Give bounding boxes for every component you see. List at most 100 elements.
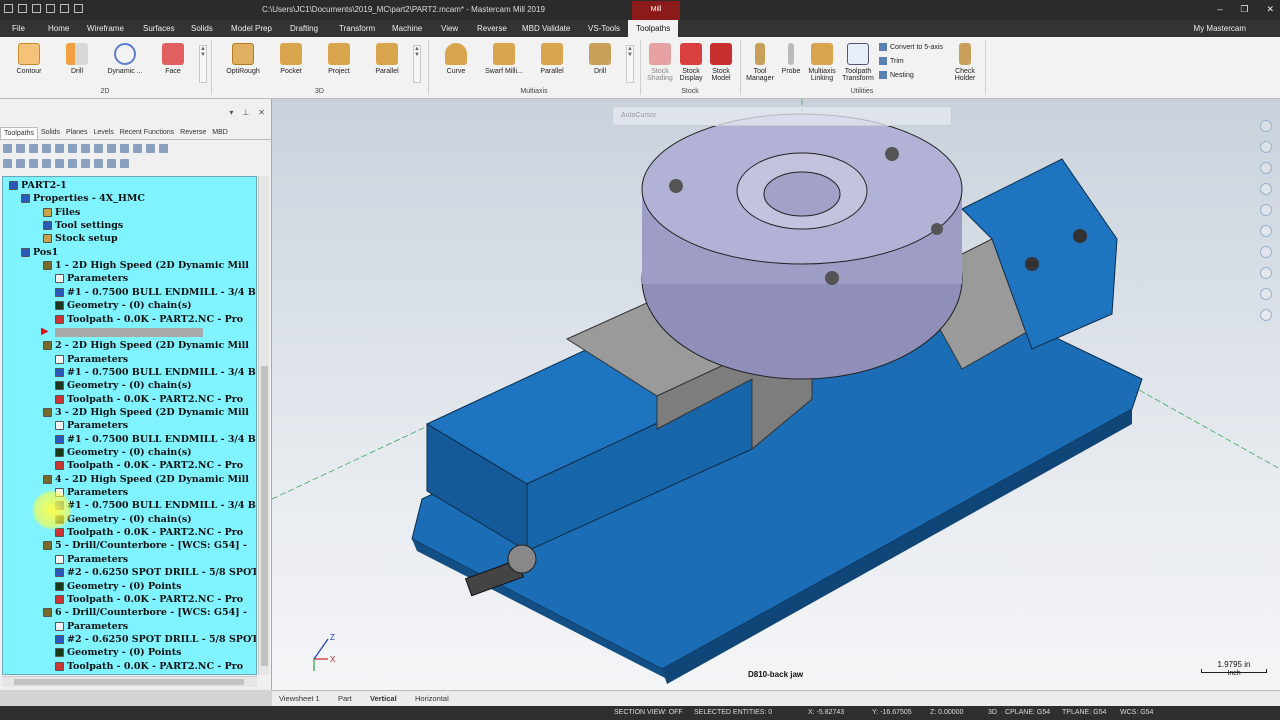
help-icon[interactable] bbox=[159, 143, 168, 153]
measure-icon[interactable] bbox=[1260, 288, 1272, 300]
project-button[interactable]: Project bbox=[317, 43, 361, 75]
drill-multiaxis-button[interactable]: Drill bbox=[578, 43, 622, 75]
tab-solids-panel[interactable]: Solids bbox=[38, 127, 63, 139]
print-icon[interactable] bbox=[46, 4, 55, 13]
check-holder-button[interactable]: Check Holder bbox=[946, 43, 984, 82]
tree-horizontal-scrollbar[interactable] bbox=[2, 676, 257, 687]
tool-manager-button[interactable]: Tool Manager bbox=[741, 43, 779, 82]
section-view-status[interactable]: SECTION VIEW: OFF bbox=[614, 709, 683, 716]
lock-icon[interactable] bbox=[133, 143, 142, 153]
tree-vertical-scrollbar[interactable] bbox=[258, 176, 269, 675]
post-icon[interactable] bbox=[94, 143, 103, 153]
gallery-scroll-multiaxis[interactable]: ▲ ▼ bbox=[626, 45, 634, 83]
tree-operation[interactable]: 3 - 2D High Speed (2D Dynamic Mill bbox=[43, 406, 249, 419]
pin-icon[interactable]: ⊥ bbox=[242, 108, 249, 117]
mode-3d-toggle[interactable]: 3D bbox=[988, 709, 997, 716]
viewsheet-tab-vertical[interactable]: Vertical bbox=[370, 694, 397, 703]
gallery-scroll-3d[interactable]: ▲ ▼ bbox=[413, 45, 421, 83]
scroll-thumb[interactable] bbox=[261, 366, 268, 666]
tree-operation[interactable]: 1 - 2D High Speed (2D Dynamic Mill bbox=[43, 259, 249, 272]
tree-item[interactable]: Parameters bbox=[55, 419, 128, 432]
tab-toolpaths-panel[interactable]: Toolpaths bbox=[0, 127, 38, 139]
save-icon[interactable] bbox=[4, 4, 13, 13]
tab-reverse[interactable]: Reverse bbox=[477, 24, 507, 33]
tab-vs-tools[interactable]: VS-Tools bbox=[588, 24, 620, 33]
filter-icon[interactable] bbox=[120, 158, 129, 168]
tree-operation[interactable]: 2 - 2D High Speed (2D Dynamic Mill bbox=[43, 339, 249, 352]
drill-2d-button[interactable]: Drill bbox=[55, 43, 99, 75]
select-all-icon[interactable] bbox=[3, 143, 12, 153]
tab-planes[interactable]: Planes bbox=[63, 127, 90, 139]
wcs-status[interactable]: WCS: G54 bbox=[1120, 709, 1153, 716]
tab-view[interactable]: View bbox=[441, 24, 458, 33]
tree-item[interactable]: #2 - 0.6250 SPOT DRILL - 5/8 SPOT bbox=[55, 566, 256, 579]
simulate-icon[interactable] bbox=[81, 143, 90, 153]
analyze-icon[interactable] bbox=[1260, 246, 1272, 258]
tab-mbd[interactable]: MBD bbox=[209, 127, 231, 139]
regenerate-dirty-icon[interactable] bbox=[42, 143, 51, 153]
tree-item[interactable]: Files bbox=[43, 206, 80, 219]
tree-item[interactable]: Toolpath - 0.0K - PART2.NC - Pro bbox=[55, 313, 243, 326]
tree-item[interactable]: Geometry - (0) Points bbox=[55, 580, 181, 593]
shading-icon[interactable] bbox=[1260, 204, 1272, 216]
tree-item[interactable]: Stock setup bbox=[43, 232, 118, 245]
tree-operation[interactable]: 5 - Drill/Counterbore - [WCS: G54] - bbox=[43, 539, 247, 552]
close-button[interactable]: ✕ bbox=[1266, 4, 1274, 15]
tree-item[interactable]: #1 - 0.7500 BULL ENDMILL - 3/4 BU bbox=[55, 286, 256, 299]
insert-arrow-up-icon[interactable] bbox=[68, 158, 77, 168]
select-failed-icon[interactable] bbox=[16, 143, 25, 153]
backplot-icon[interactable] bbox=[55, 143, 64, 153]
fit-icon[interactable] bbox=[1260, 183, 1272, 195]
tree-item[interactable]: Pos1 bbox=[21, 246, 58, 259]
tree-item[interactable]: Toolpath - 0.0K - PART2.NC - Pro bbox=[55, 459, 243, 472]
rotate-icon[interactable] bbox=[1260, 162, 1272, 174]
tab-levels[interactable]: Levels bbox=[90, 127, 116, 139]
regenerate-selected-icon[interactable] bbox=[29, 143, 38, 153]
tab-surfaces[interactable]: Surfaces bbox=[143, 24, 175, 33]
scroll-to-insert-icon[interactable] bbox=[81, 158, 90, 168]
display-options-icon[interactable] bbox=[107, 158, 116, 168]
minimize-button[interactable]: – bbox=[1217, 4, 1222, 15]
viewsheet-tab-horizontal[interactable]: Horizontal bbox=[415, 694, 449, 703]
tree-item[interactable]: Parameters bbox=[55, 620, 128, 633]
tab-mbd-validate[interactable]: MBD Validate bbox=[522, 24, 570, 33]
view-toolbar[interactable]: AutoCursor bbox=[612, 106, 952, 126]
tab-reverse-panel[interactable]: Reverse bbox=[177, 127, 209, 139]
tab-model-prep[interactable]: Model Prep bbox=[231, 24, 272, 33]
tree-item[interactable]: Geometry - (0) chain(s) bbox=[55, 513, 192, 526]
insert-arrow-down-icon[interactable] bbox=[55, 158, 64, 168]
graphics-viewport[interactable]: Z X bbox=[271, 99, 1280, 690]
move-up-icon[interactable] bbox=[42, 158, 51, 168]
highfeed-icon[interactable] bbox=[107, 143, 116, 153]
tree-item[interactable]: Parameters bbox=[55, 553, 128, 566]
tab-machine[interactable]: Machine bbox=[392, 24, 422, 33]
swarf-button[interactable]: Swarf Milli... bbox=[482, 43, 526, 75]
tree-item[interactable]: Toolpath - 0.0K - PART2.NC - Pro bbox=[55, 393, 243, 406]
tree-item[interactable]: Properties - 4X_HMC bbox=[21, 192, 145, 205]
cplane-status[interactable]: CPLANE: G54 bbox=[1005, 709, 1050, 716]
tree-item[interactable]: Parameters bbox=[55, 272, 128, 285]
wireframe-icon[interactable] bbox=[1260, 225, 1272, 237]
tree-item[interactable]: Parameters bbox=[55, 353, 128, 366]
tree-item[interactable]: PART2-1 bbox=[9, 179, 67, 192]
tab-drafting[interactable]: Drafting bbox=[290, 24, 318, 33]
tree-item[interactable]: Toolpath - 0.0K - PART2.NC - Pro bbox=[55, 526, 243, 539]
maximize-button[interactable]: ❐ bbox=[1240, 4, 1248, 15]
dynamic-button[interactable]: Dynamic ... bbox=[103, 43, 147, 75]
tplane-status[interactable]: TPLANE: G54 bbox=[1062, 709, 1106, 716]
tab-toolpaths[interactable]: Toolpaths bbox=[628, 20, 679, 37]
parallel-multiaxis-button[interactable]: Parallel bbox=[530, 43, 574, 75]
single-display-icon[interactable] bbox=[94, 158, 103, 168]
verify-icon[interactable] bbox=[68, 143, 77, 153]
toolpath-tree[interactable]: PART2-1 Properties - 4X_HMC Files Tool sett… bbox=[2, 176, 257, 675]
tree-item[interactable]: Tool settings bbox=[43, 219, 123, 232]
my-mastercam-link[interactable]: My Mastercam bbox=[1194, 24, 1246, 33]
new-icon[interactable] bbox=[18, 4, 27, 13]
tree-item[interactable]: Geometry - (0) chain(s) bbox=[55, 299, 192, 312]
convert-5axis-button[interactable]: Convert to 5-axis bbox=[879, 43, 943, 51]
viewsheet-tab-part[interactable]: Part bbox=[338, 694, 352, 703]
undo-icon[interactable] bbox=[60, 4, 69, 13]
panel-menu-icon[interactable]: ▾ bbox=[229, 108, 233, 117]
zoom-icon[interactable] bbox=[1260, 120, 1272, 132]
pan-icon[interactable] bbox=[1260, 141, 1272, 153]
